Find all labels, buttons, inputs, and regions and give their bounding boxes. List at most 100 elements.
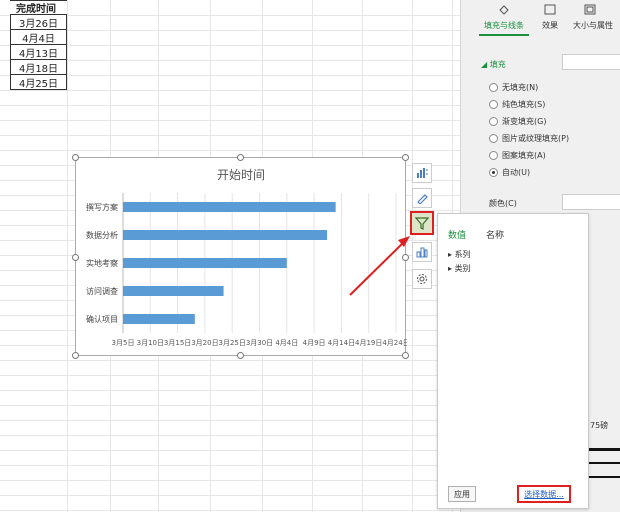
tab-effects[interactable]: 效果 bbox=[536, 4, 564, 31]
filter-icon bbox=[415, 217, 429, 230]
x-tick-label: 3月30日 bbox=[246, 339, 273, 347]
x-tick-label: 4月4日 bbox=[275, 339, 298, 347]
chart-elements-button[interactable] bbox=[412, 163, 432, 183]
resize-handle-tl[interactable] bbox=[72, 154, 79, 161]
series-item[interactable]: ▸ 系列 bbox=[448, 249, 471, 260]
fill-dropdown[interactable] bbox=[562, 54, 620, 70]
layout-icon bbox=[416, 247, 428, 258]
line-sample bbox=[589, 448, 620, 451]
fill-option-solid[interactable]: 纯色填充(S) bbox=[489, 99, 545, 110]
grid-row-line bbox=[0, 390, 460, 391]
grid-row-line bbox=[0, 435, 460, 436]
grid-row-line bbox=[0, 480, 460, 481]
y-category-label: 撰写方案 bbox=[86, 202, 118, 212]
grid-row-line bbox=[0, 135, 460, 136]
fill-option-none[interactable]: 无填充(N) bbox=[489, 82, 538, 93]
chart-filter-popup: 数值 名称 ▸ 系列 ▸ 类别 应用 选择数据... bbox=[437, 213, 589, 509]
x-tick-label: 4月14日 bbox=[328, 339, 355, 347]
y-category-label: 数据分析 bbox=[86, 230, 118, 240]
grid-row-line bbox=[0, 405, 460, 406]
tab-values[interactable]: 数值 bbox=[448, 228, 466, 241]
grid-row-line bbox=[0, 60, 460, 61]
line-width-value: 75磅 bbox=[590, 421, 609, 430]
apply-button[interactable]: 应用 bbox=[448, 486, 476, 502]
x-tick-label: 3月25日 bbox=[219, 339, 246, 347]
radio-icon bbox=[489, 151, 498, 160]
grid-row-line bbox=[0, 495, 460, 496]
fill-option-auto[interactable]: 自动(U) bbox=[489, 167, 530, 178]
tab-size-properties[interactable]: 大小与属性 bbox=[573, 4, 620, 31]
radio-icon bbox=[489, 134, 498, 143]
chart-style-button[interactable] bbox=[412, 188, 432, 208]
x-tick-label: 3月15日 bbox=[164, 339, 191, 347]
line-sample bbox=[589, 476, 620, 478]
x-tick-label: 4月24日 bbox=[382, 339, 407, 347]
chart-bar bbox=[123, 286, 224, 296]
chart-canvas: 开始时间 3月5日 3月10日 3月15日 3月20日 3月25日 3月30日 4月4日 4月9… bbox=[86, 168, 407, 347]
resize-handle-br[interactable] bbox=[402, 352, 409, 359]
tab-fill-line[interactable]: 填充与线条 bbox=[479, 4, 529, 36]
chart-title: 开始时间 bbox=[217, 168, 265, 182]
radio-icon bbox=[489, 83, 498, 92]
grid-row-line bbox=[0, 360, 460, 361]
chart-bar bbox=[123, 258, 287, 268]
grid-row-line bbox=[0, 105, 460, 106]
size-icon bbox=[584, 4, 596, 15]
fill-option-pattern[interactable]: 图案填充(A) bbox=[489, 150, 546, 161]
chart-bar bbox=[123, 230, 328, 240]
select-data-link[interactable]: 选择数据... bbox=[517, 485, 571, 503]
radio-icon bbox=[489, 117, 498, 126]
grid-row-line bbox=[0, 75, 460, 76]
color-picker[interactable] bbox=[562, 194, 620, 210]
grid-row-line bbox=[0, 90, 460, 91]
radio-icon bbox=[489, 100, 498, 109]
chart-filter-button[interactable] bbox=[410, 211, 434, 235]
category-item[interactable]: ▸ 类别 bbox=[448, 263, 471, 274]
grid-row-line bbox=[0, 150, 460, 151]
tab-names[interactable]: 名称 bbox=[486, 228, 504, 241]
grid-row-line bbox=[0, 15, 460, 16]
chart-elements-icon bbox=[417, 168, 428, 178]
resize-handle-left[interactable] bbox=[72, 254, 79, 261]
date-cell[interactable]: 3月26日 bbox=[10, 15, 67, 30]
date-cell[interactable]: 4月25日 bbox=[10, 75, 67, 90]
resize-handle-top[interactable] bbox=[237, 154, 244, 161]
grid-column-line bbox=[67, 0, 68, 512]
resize-handle-tr[interactable] bbox=[402, 154, 409, 161]
gear-icon bbox=[417, 274, 427, 284]
bar-chart[interactable]: 开始时间 3月5日 3月10日 3月15日 3月20日 3月25日 3月30日 4月4日 4月9… bbox=[72, 154, 409, 359]
fill-option-picture[interactable]: 图片或纹理填充(P) bbox=[489, 133, 569, 144]
settings-button[interactable] bbox=[412, 269, 432, 289]
date-cell[interactable]: 4月13日 bbox=[10, 45, 67, 60]
grid-row-line bbox=[0, 375, 460, 376]
tab-label: 效果 bbox=[542, 21, 558, 30]
radio-selected-icon bbox=[489, 168, 498, 177]
resize-handle-bottom[interactable] bbox=[237, 352, 244, 359]
x-tick-label: 3月5日 bbox=[112, 339, 135, 347]
chart-bar bbox=[123, 314, 195, 324]
resize-handle-right[interactable] bbox=[402, 254, 409, 261]
effects-icon bbox=[544, 4, 556, 15]
date-cell[interactable]: 4月4日 bbox=[10, 30, 67, 45]
active-tab-underline bbox=[479, 34, 529, 36]
x-tick-label: 4月9日 bbox=[303, 339, 326, 347]
x-tick-label: 3月10日 bbox=[137, 339, 164, 347]
tab-label: 填充与线条 bbox=[484, 21, 524, 30]
y-category-label: 访问调查 bbox=[86, 286, 118, 296]
color-label: 颜色(C) bbox=[489, 199, 517, 208]
y-category-label: 确认项目 bbox=[86, 314, 118, 324]
resize-handle-bl[interactable] bbox=[72, 352, 79, 359]
chart-bar bbox=[123, 202, 336, 212]
column-header[interactable]: 完成时间 bbox=[10, 0, 67, 15]
grid-row-line bbox=[0, 45, 460, 46]
y-category-label: 实地考察 bbox=[86, 258, 118, 268]
quick-layout-button[interactable] bbox=[412, 242, 432, 262]
fill-section-header[interactable]: ◢ 填充 bbox=[481, 59, 506, 70]
x-tick-label: 3月20日 bbox=[191, 339, 218, 347]
grid-row-line bbox=[0, 450, 460, 451]
line-sample bbox=[589, 462, 620, 464]
date-cell[interactable]: 4月18日 bbox=[10, 60, 67, 75]
grid-row-line bbox=[0, 465, 460, 466]
fill-option-gradient[interactable]: 渐变填充(G) bbox=[489, 116, 546, 127]
paint-bucket-icon bbox=[499, 5, 509, 15]
